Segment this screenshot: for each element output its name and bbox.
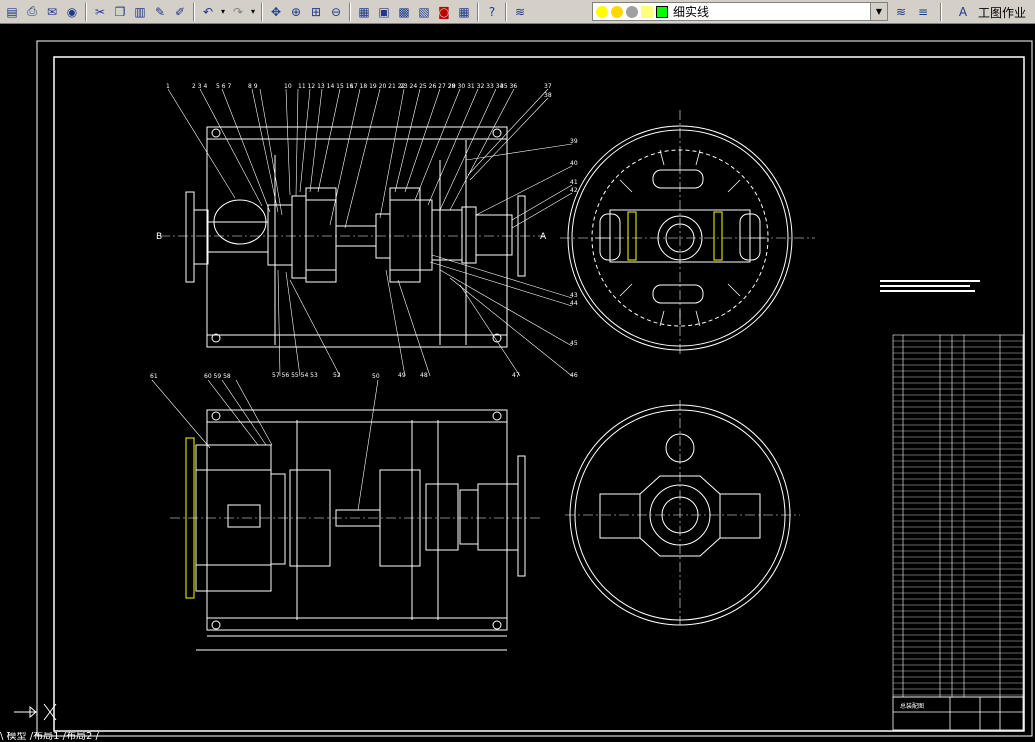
freeze-icon <box>626 5 638 18</box>
match-properties-icon[interactable]: ✎ <box>150 2 170 22</box>
svg-text:17 18 19 20 21 22: 17 18 19 20 21 22 <box>350 83 406 90</box>
svg-text:39: 39 <box>570 138 578 145</box>
technical-notes <box>880 280 980 292</box>
layer-dropdown[interactable]: 细实线 ▼ <box>592 2 888 21</box>
toolbar-separator <box>85 2 87 21</box>
sheet-set-icon[interactable]: ▧ <box>414 2 434 22</box>
svg-text:42: 42 <box>570 187 578 194</box>
plot-preview-icon[interactable]: ⎙ <box>22 2 42 22</box>
chevron-down-icon[interactable]: ▼ <box>870 3 887 20</box>
svg-text:52: 52 <box>333 372 341 379</box>
layer-states-icon[interactable]: ≡ <box>913 2 933 22</box>
toolbar-separator <box>349 2 351 21</box>
cut-icon[interactable]: ✂ <box>90 2 110 22</box>
svg-text:2 3 4: 2 3 4 <box>192 83 207 90</box>
text-style-icon[interactable]: A <box>953 2 973 22</box>
layer-manager-icon[interactable]: ≋ <box>510 2 530 22</box>
brush-icon[interactable]: ✐ <box>170 2 190 22</box>
svg-text:43: 43 <box>570 292 578 299</box>
globe-icon[interactable]: ◉ <box>62 2 82 22</box>
svg-text:50: 50 <box>372 373 380 380</box>
svg-text:44: 44 <box>570 300 578 307</box>
svg-text:48: 48 <box>420 372 428 379</box>
open-icon[interactable]: ▤ <box>2 2 22 22</box>
sun-icon <box>611 5 623 18</box>
zoom-realtime-icon[interactable]: ⊕ <box>286 2 306 22</box>
redo-dropdown-icon[interactable]: ▾ <box>248 7 258 16</box>
toolbar-separator <box>477 2 479 21</box>
lock-icon <box>641 5 653 18</box>
redo-icon[interactable]: ↷ <box>228 2 248 22</box>
svg-text:49: 49 <box>398 372 406 379</box>
toolbar-separator <box>193 2 195 21</box>
layout-tabs[interactable]: \ 模型 /布局1 /布局2 / <box>0 732 240 742</box>
layer-previous-icon[interactable]: ≋ <box>891 2 911 22</box>
calculator-icon[interactable]: ▦ <box>454 2 474 22</box>
pan-icon[interactable]: ✥ <box>266 2 286 22</box>
design-center-icon[interactable]: ▣ <box>374 2 394 22</box>
svg-text:8 9: 8 9 <box>248 83 258 90</box>
svg-text:35 36: 35 36 <box>500 83 517 90</box>
svg-text:10: 10 <box>284 83 292 90</box>
zoom-previous-icon[interactable]: ⊖ <box>326 2 346 22</box>
svg-text:57 56 55 54 53: 57 56 55 54 53 <box>272 372 318 379</box>
toolbar-separator <box>505 2 507 21</box>
toolbar-separator <box>940 3 942 21</box>
tool-palette-icon[interactable]: ▩ <box>394 2 414 22</box>
svg-text:11 12 13 14 15 16: 11 12 13 14 15 16 <box>298 83 354 90</box>
view-label-a: A <box>540 232 547 242</box>
title-block-caption: 总装配图 <box>900 702 924 710</box>
lightbulb-icon <box>596 5 608 18</box>
svg-text:38: 38 <box>544 92 552 99</box>
toolbar-separator <box>261 2 263 21</box>
svg-text:37: 37 <box>544 83 552 90</box>
undo-icon[interactable]: ↶ <box>198 2 218 22</box>
drawing-canvas[interactable]: B A 1 2 3 4 5 6 7 8 9 10 11 12 13 14 15 … <box>0 24 1035 740</box>
svg-text:47: 47 <box>512 372 520 379</box>
layer-name: 细实线 <box>673 5 710 19</box>
svg-text:45: 45 <box>570 340 578 347</box>
svg-text:29 30 31 32 33 34: 29 30 31 32 33 34 <box>448 83 504 90</box>
properties-icon[interactable]: ▦ <box>354 2 374 22</box>
layer-color-swatch <box>656 5 668 18</box>
svg-text:1: 1 <box>166 83 170 90</box>
paste-icon[interactable]: ▥ <box>130 2 150 22</box>
copy-icon[interactable]: ❐ <box>110 2 130 22</box>
zoom-window-icon[interactable]: ⊞ <box>306 2 326 22</box>
publish-icon[interactable]: ✉ <box>42 2 62 22</box>
markup-icon[interactable]: ◙ <box>434 2 454 22</box>
svg-text:40: 40 <box>570 160 578 167</box>
svg-text:46: 46 <box>570 372 578 379</box>
undo-dropdown-icon[interactable]: ▾ <box>218 7 228 16</box>
svg-text:60 59 58: 60 59 58 <box>204 373 231 380</box>
svg-text:41: 41 <box>570 179 578 186</box>
svg-text:61: 61 <box>150 373 158 380</box>
view-label-b: B <box>156 232 162 242</box>
svg-text:5 6 7: 5 6 7 <box>216 83 231 90</box>
help-icon[interactable]: ? <box>482 2 502 22</box>
workspace-label[interactable]: 工图作业 <box>978 4 1026 21</box>
